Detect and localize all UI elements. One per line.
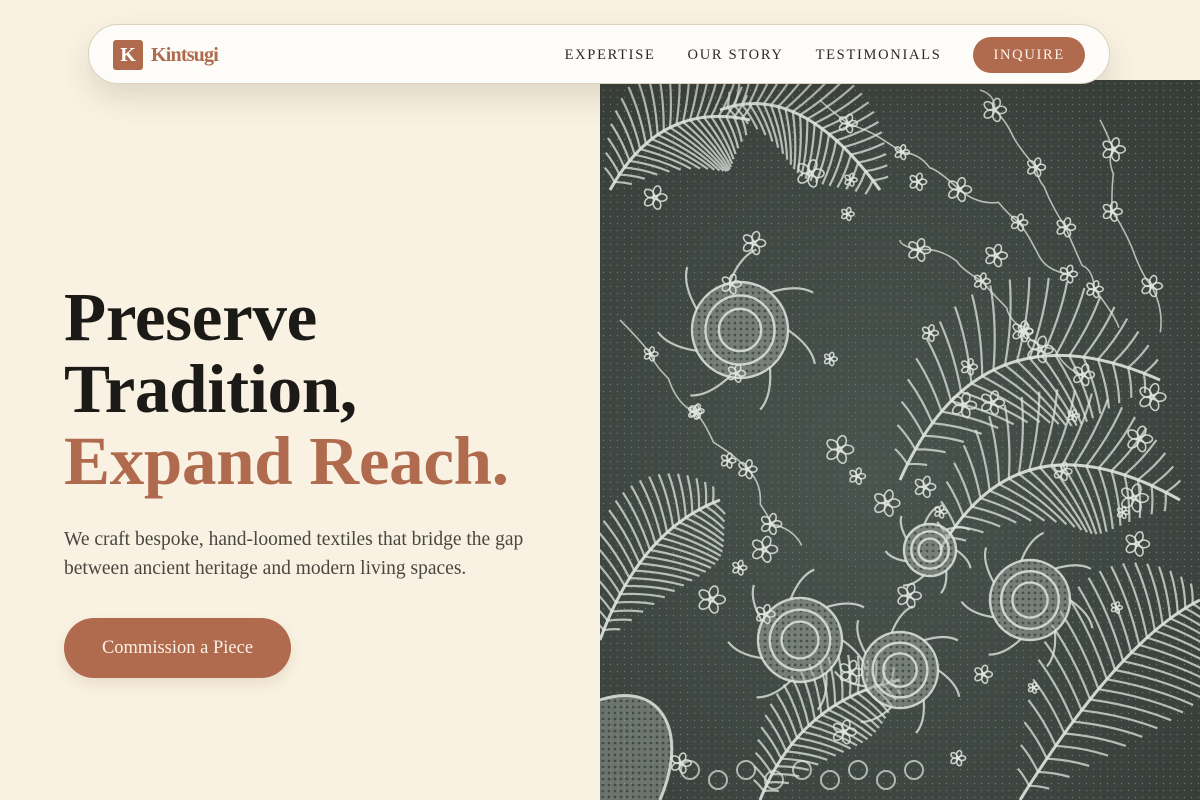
navbar: K Kintsugi EXPERTISE OUR STORY TESTIMONI… (88, 24, 1110, 84)
hero-title-line-2: Tradition, (64, 351, 357, 427)
nav-link-expertise[interactable]: EXPERTISE (565, 47, 656, 64)
hero-subtitle: We craft bespoke, hand-loomed textiles t… (64, 529, 524, 579)
nav-links: EXPERTISE OUR STORY TESTIMONIALS INQUIRE (565, 37, 1085, 73)
lace-image (600, 80, 1200, 800)
hero-image (600, 80, 1200, 800)
commission-button[interactable]: Commission a Piece (64, 618, 291, 678)
hero-copy: Preserve Tradition, Expand Reach. We cra… (64, 281, 584, 583)
hero-title: Preserve Tradition, Expand Reach. (64, 281, 584, 497)
brand-logo[interactable]: K Kintsugi (113, 40, 219, 70)
nav-link-our-story[interactable]: OUR STORY (688, 47, 784, 64)
brand-name: Kintsugi (151, 43, 219, 66)
inquire-button[interactable]: INQUIRE (973, 37, 1085, 73)
nav-link-testimonials[interactable]: TESTIMONIALS (816, 47, 942, 64)
brand-mark-icon: K (113, 40, 143, 70)
hero-title-accent: Expand Reach. (64, 423, 509, 499)
hero-title-line-1: Preserve (64, 279, 317, 355)
